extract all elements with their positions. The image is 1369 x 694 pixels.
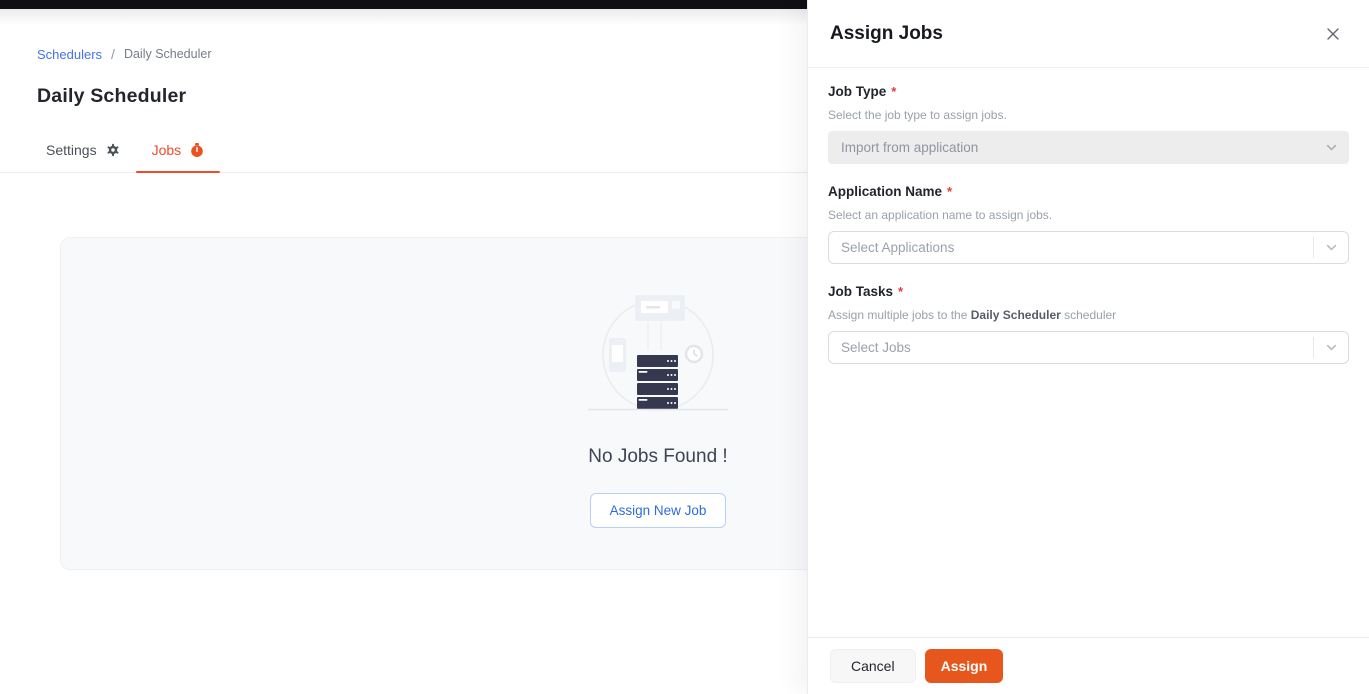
chevron-down-icon — [1314, 341, 1348, 354]
job-tasks-helper-scheduler-name: Daily Scheduler — [971, 308, 1061, 322]
application-name-select[interactable]: Select Applications — [828, 231, 1349, 264]
server-illustration — [583, 288, 733, 414]
job-type-label: Job Type * — [828, 84, 1349, 99]
assign-button[interactable]: Assign — [925, 649, 1004, 683]
required-asterisk: * — [898, 284, 903, 299]
application-name-label: Application Name * — [828, 184, 1349, 199]
empty-state-title: No Jobs Found ! — [588, 446, 727, 468]
job-type-label-text: Job Type — [828, 84, 886, 99]
job-tasks-helper-suffix: scheduler — [1061, 308, 1116, 322]
page-title: Daily Scheduler — [37, 85, 186, 108]
job-tasks-select-placeholder: Select Jobs — [829, 340, 1313, 355]
tab-jobs[interactable]: Jobs — [136, 128, 221, 172]
job-tasks-helper-prefix: Assign multiple jobs to the — [828, 308, 971, 322]
tab-jobs-label: Jobs — [152, 142, 182, 158]
drawer-header: Assign Jobs — [808, 0, 1369, 68]
job-tasks-helper: Assign multiple jobs to the Daily Schedu… — [828, 308, 1349, 322]
job-type-select[interactable]: Import from application — [828, 131, 1349, 164]
field-application-name: Application Name * Select an application… — [828, 184, 1349, 264]
breadcrumb-current: Daily Scheduler — [124, 47, 212, 61]
job-tasks-label-text: Job Tasks — [828, 284, 893, 299]
application-name-helper: Select an application name to assign job… — [828, 208, 1349, 222]
tab-settings[interactable]: Settings — [30, 128, 136, 172]
job-type-select-value: Import from application — [829, 140, 1314, 155]
required-asterisk: * — [947, 184, 952, 199]
drawer-title: Assign Jobs — [830, 23, 943, 45]
top-dark-bar — [0, 0, 807, 9]
job-type-helper: Select the job type to assign jobs. — [828, 108, 1349, 122]
job-tasks-select[interactable]: Select Jobs — [828, 331, 1349, 364]
breadcrumb-separator: / — [111, 46, 115, 62]
breadcrumb-link-schedulers[interactable]: Schedulers — [37, 47, 102, 62]
chevron-down-icon — [1314, 141, 1348, 154]
tab-bar: Settings Jobs — [0, 128, 807, 173]
chevron-down-icon — [1314, 241, 1348, 254]
scheduler-page: Schedulers / Daily Scheduler Daily Sched… — [0, 0, 807, 694]
required-asterisk: * — [891, 84, 896, 99]
drawer-footer: Cancel Assign — [808, 637, 1369, 694]
assign-jobs-drawer: Assign Jobs Job Type * Select the job ty… — [807, 0, 1369, 694]
tab-settings-label: Settings — [46, 142, 97, 158]
top-fade-shadow — [0, 9, 807, 25]
assign-new-job-button[interactable]: Assign New Job — [590, 493, 727, 528]
field-job-tasks: Job Tasks * Assign multiple jobs to the … — [828, 284, 1349, 364]
field-job-type: Job Type * Select the job type to assign… — [828, 84, 1349, 164]
breadcrumb: Schedulers / Daily Scheduler — [37, 46, 211, 62]
close-icon[interactable] — [1319, 20, 1347, 48]
empty-state: No Jobs Found ! Assign New Job — [498, 288, 818, 528]
gear-icon — [106, 143, 120, 157]
stopwatch-badge-icon — [190, 143, 204, 158]
application-name-select-placeholder: Select Applications — [829, 240, 1313, 255]
drawer-body: Job Type * Select the job type to assign… — [808, 68, 1369, 637]
job-tasks-label: Job Tasks * — [828, 284, 1349, 299]
cancel-button[interactable]: Cancel — [830, 649, 916, 683]
application-name-label-text: Application Name — [828, 184, 942, 199]
app-root: Schedulers / Daily Scheduler Daily Sched… — [0, 0, 1369, 694]
